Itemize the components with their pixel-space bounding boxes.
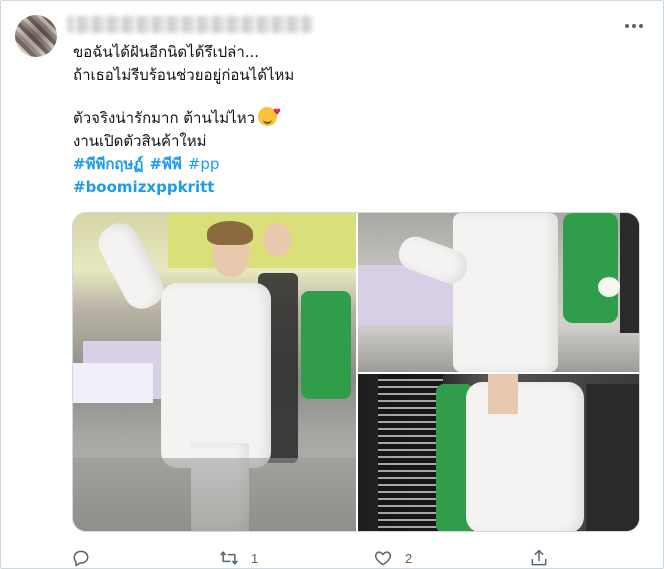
tweet-line-2: ถ้าเธอไม่รีบร้อนช่วยอยู่ก่อนได้ไหม <box>73 66 295 84</box>
tweet-line-4: งานเปิดตัวสินค้าใหม่ <box>73 132 207 150</box>
retweet-icon <box>220 551 238 565</box>
like-icon <box>374 551 392 566</box>
photo-main[interactable] <box>73 213 356 531</box>
tweet-card: ขอฉันได้ฝันอีกนิดได้รึเปล่า... ถ้าเธอไม่… <box>0 0 664 569</box>
share-icon <box>531 549 547 566</box>
photo-top-right[interactable] <box>358 213 639 372</box>
tweet-text: ขอฉันได้ฝันอีกนิดได้รึเปล่า... ถ้าเธอไม่… <box>73 41 633 199</box>
hashtag-row-1: #พีพีกฤษฏ์ #พีพี #pp <box>73 153 633 176</box>
retweet-button[interactable]: 1 <box>219 546 258 569</box>
action-bar: 1 2 <box>71 546 651 569</box>
hashtag-row-2: #boomizxppkritt <box>73 176 633 199</box>
hashtag-link[interactable]: #pp <box>188 155 220 173</box>
media-grid <box>72 212 640 532</box>
reply-button[interactable] <box>71 546 103 569</box>
blurred-username[interactable] <box>67 16 312 33</box>
reply-icon <box>73 550 89 567</box>
like-count: 2 <box>405 550 413 566</box>
retweet-count: 1 <box>251 550 259 566</box>
smiling-face-with-hearts-icon <box>258 102 281 126</box>
hashtag-link[interactable]: #boomizxppkritt <box>73 178 214 196</box>
hashtag-link[interactable]: #พีพี <box>149 155 181 173</box>
like-button[interactable]: 2 <box>373 546 412 569</box>
tweet-line-1: ขอฉันได้ฝันอีกนิดได้รึเปล่า... <box>73 43 260 61</box>
tweet-line-3: ตัวจริงน่ารักมาก ต้านไม่ไหว <box>73 102 633 130</box>
avatar[interactable] <box>15 15 57 57</box>
share-button[interactable] <box>529 546 561 569</box>
photo-bottom-right[interactable] <box>358 374 639 531</box>
hashtag-link[interactable]: #พีพีกฤษฏ์ <box>73 155 143 173</box>
tweet-line-3-text: ตัวจริงน่ารักมาก ต้านไม่ไหว <box>73 109 256 127</box>
more-icon[interactable] <box>621 15 647 37</box>
